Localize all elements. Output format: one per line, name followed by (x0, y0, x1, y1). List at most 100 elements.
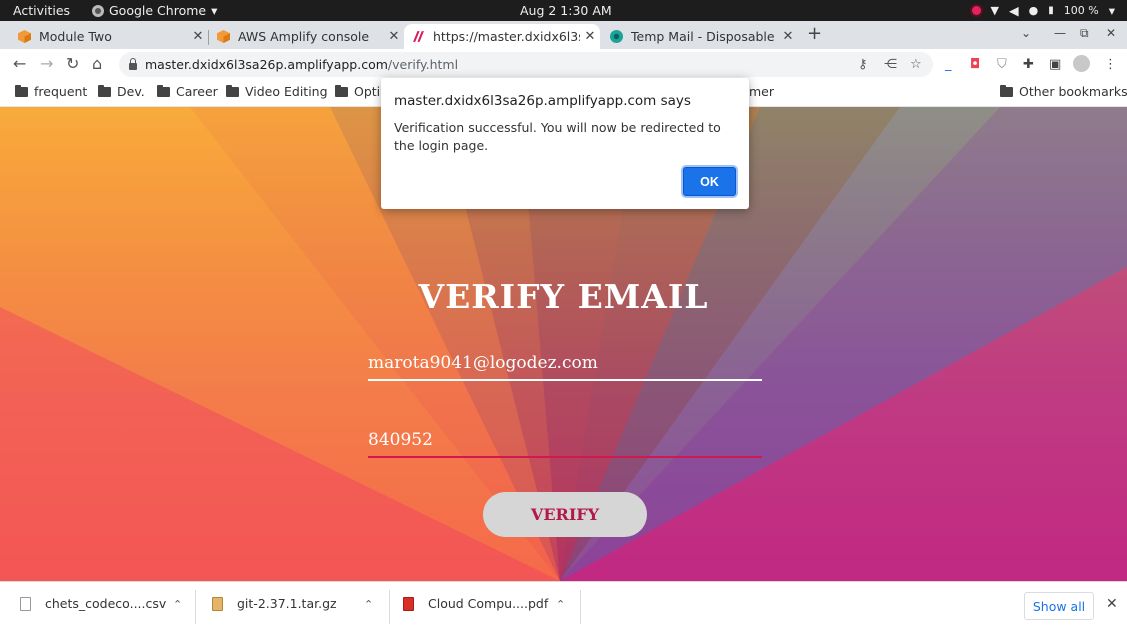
file-icon (20, 596, 31, 611)
download-filename: chets_codeco....csv (45, 596, 167, 611)
bookmark-label: Other bookmarks (1019, 84, 1127, 99)
forward-arrow-icon[interactable]: → (40, 54, 53, 73)
app-menu[interactable]: Google Chrome ▾ (92, 3, 217, 18)
bookmark-label: Video Editing (245, 84, 328, 99)
tab-verify-page[interactable]: https://master.dxidx6l3sa ✕ (404, 24, 600, 49)
volume-icon: ◀ (1009, 3, 1019, 18)
email-field[interactable] (368, 347, 762, 381)
battery-level: 100 % (1063, 4, 1099, 17)
page-title: VERIFY EMAIL (418, 277, 709, 316)
folder-icon (157, 84, 170, 97)
back-arrow-icon[interactable]: ← (13, 54, 26, 73)
battery-icon: ▮ (1048, 5, 1054, 16)
divider (195, 590, 196, 624)
ok-button[interactable]: OK (683, 167, 736, 196)
clock[interactable]: Aug 2 1:30 AM (520, 3, 612, 18)
folder-icon (98, 84, 111, 97)
chevron-up-icon[interactable]: ⌃ (556, 598, 565, 611)
bookmark-label: frequent (34, 84, 88, 99)
chevron-up-icon[interactable]: ⌃ (173, 598, 182, 611)
download-item[interactable]: git-2.37.1.tar.gz ⌃ (212, 596, 382, 611)
alert-dialog: master.dxidx6l3sa26p.amplifyapp.com says… (381, 78, 749, 209)
home-icon[interactable]: ⌂ (92, 54, 102, 73)
download-shelf: chets_codeco....csv ⌃ git-2.37.1.tar.gz … (0, 581, 1127, 629)
tab-title: Module Two (39, 29, 112, 44)
download-filename: git-2.37.1.tar.gz (237, 596, 337, 611)
close-icon[interactable]: ✕ (384, 29, 404, 44)
close-icon[interactable]: ✕ (580, 29, 600, 44)
download-filename: Cloud Compu....pdf (428, 596, 549, 611)
chevron-up-icon[interactable]: ⌃ (364, 598, 373, 611)
extension-underscore-icon[interactable]: _ (945, 57, 952, 72)
url-host: master.dxidx6l3sa26p.amplifyapp.com (145, 57, 388, 72)
aws-cube-icon (18, 30, 31, 43)
aws-cube-icon (217, 30, 230, 43)
download-item[interactable]: chets_codeco....csv ⌃ (20, 596, 190, 611)
menu-kebab-icon[interactable]: ⋮ (1104, 57, 1117, 72)
bookmark-folder-dev[interactable]: Dev. (98, 84, 145, 99)
minimize-icon[interactable]: — (1054, 26, 1066, 40)
system-tray[interactable]: ▼ ◀ ● ▮ 100 % ▾ (971, 3, 1115, 18)
bookmark-label: mer (749, 84, 775, 99)
star-icon[interactable]: ☆ (910, 57, 922, 72)
key-icon[interactable]: ⚷ (858, 57, 868, 72)
archive-icon (212, 596, 223, 611)
tab-title: https://master.dxidx6l3sa (433, 29, 580, 44)
share-icon[interactable]: ⋲ (884, 57, 897, 72)
bookmark-label: Dev. (117, 84, 145, 99)
shield-icon[interactable]: ⛉ (997, 57, 1007, 72)
pocket-icon[interactable]: ◘ (970, 57, 980, 72)
lock-icon[interactable] (129, 58, 137, 70)
pdf-icon (403, 596, 414, 611)
url-path: /verify.html (387, 57, 459, 72)
close-window-icon[interactable]: ✕ (1106, 26, 1116, 40)
bookmark-label: Career (176, 84, 218, 99)
show-all-button[interactable]: Show all (1024, 592, 1094, 620)
restore-icon[interactable]: ⧉ (1080, 26, 1089, 41)
bookmark-folder-career[interactable]: Career (157, 84, 218, 99)
bookmark-folder-opti[interactable]: Opti (335, 84, 380, 99)
side-panel-icon[interactable]: ▣ (1049, 57, 1061, 72)
bookmark-label: Opti (354, 84, 381, 99)
folder-icon (15, 84, 28, 97)
bookmark-folder-mer[interactable]: mer (749, 84, 774, 99)
app-name: Google Chrome (109, 3, 207, 18)
divider (389, 590, 390, 624)
new-tab-button[interactable]: + (807, 23, 822, 44)
bookmark-other[interactable]: Other bookmarks (1000, 84, 1127, 99)
puzzle-icon[interactable]: ✚ (1023, 57, 1034, 72)
tab-amplify-console[interactable]: AWS Amplify console ✕ (199, 24, 404, 49)
bookmark-folder-video-editing[interactable]: Video Editing (226, 84, 328, 99)
chevron-down-icon: ▾ (1108, 3, 1115, 18)
reload-icon[interactable]: ↻ (66, 54, 79, 73)
bookmark-folder-frequent[interactable]: frequent (15, 84, 87, 99)
tab-title: Temp Mail - Disposable Te (631, 29, 778, 44)
tab-strip: Module Two ✕ AWS Amplify console ✕ https… (0, 21, 1127, 49)
avatar[interactable] (1073, 55, 1090, 72)
address-bar[interactable]: master.dxidx6l3sa26p.amplifyapp.com /ver… (119, 52, 933, 77)
amplify-logo-icon (413, 31, 424, 42)
tempmail-icon (610, 30, 623, 43)
verify-button[interactable]: VERIFY (483, 492, 647, 537)
tab-search-icon[interactable]: ⌄ (1021, 26, 1031, 40)
folder-icon (226, 84, 239, 97)
folder-icon (335, 84, 348, 97)
browser-toolbar: ← → ↻ ⌂ master.dxidx6l3sa26p.amplifyapp.… (0, 49, 1127, 80)
verification-code-field[interactable] (368, 424, 762, 458)
tab-title: AWS Amplify console (238, 29, 370, 44)
wifi-icon: ▼ (990, 4, 1000, 17)
activities-button[interactable]: Activities (13, 3, 70, 18)
system-top-bar: Activities Google Chrome ▾ Aug 2 1:30 AM… (0, 0, 1127, 21)
folder-icon (1000, 84, 1013, 97)
microphone-icon: ● (1028, 4, 1039, 17)
tab-temp-mail[interactable]: Temp Mail - Disposable Te ✕ (600, 24, 798, 49)
tab-module-two[interactable]: Module Two ✕ (0, 24, 208, 49)
chrome-icon (92, 4, 104, 17)
dialog-message: Verification successful. You will now be… (394, 120, 721, 153)
dialog-title: master.dxidx6l3sa26p.amplifyapp.com says (394, 93, 691, 109)
download-item[interactable]: Cloud Compu....pdf ⌃ (403, 596, 573, 611)
recording-icon (971, 6, 981, 15)
close-icon[interactable]: ✕ (1106, 596, 1118, 612)
close-icon[interactable]: ✕ (778, 29, 798, 44)
divider (580, 590, 581, 624)
